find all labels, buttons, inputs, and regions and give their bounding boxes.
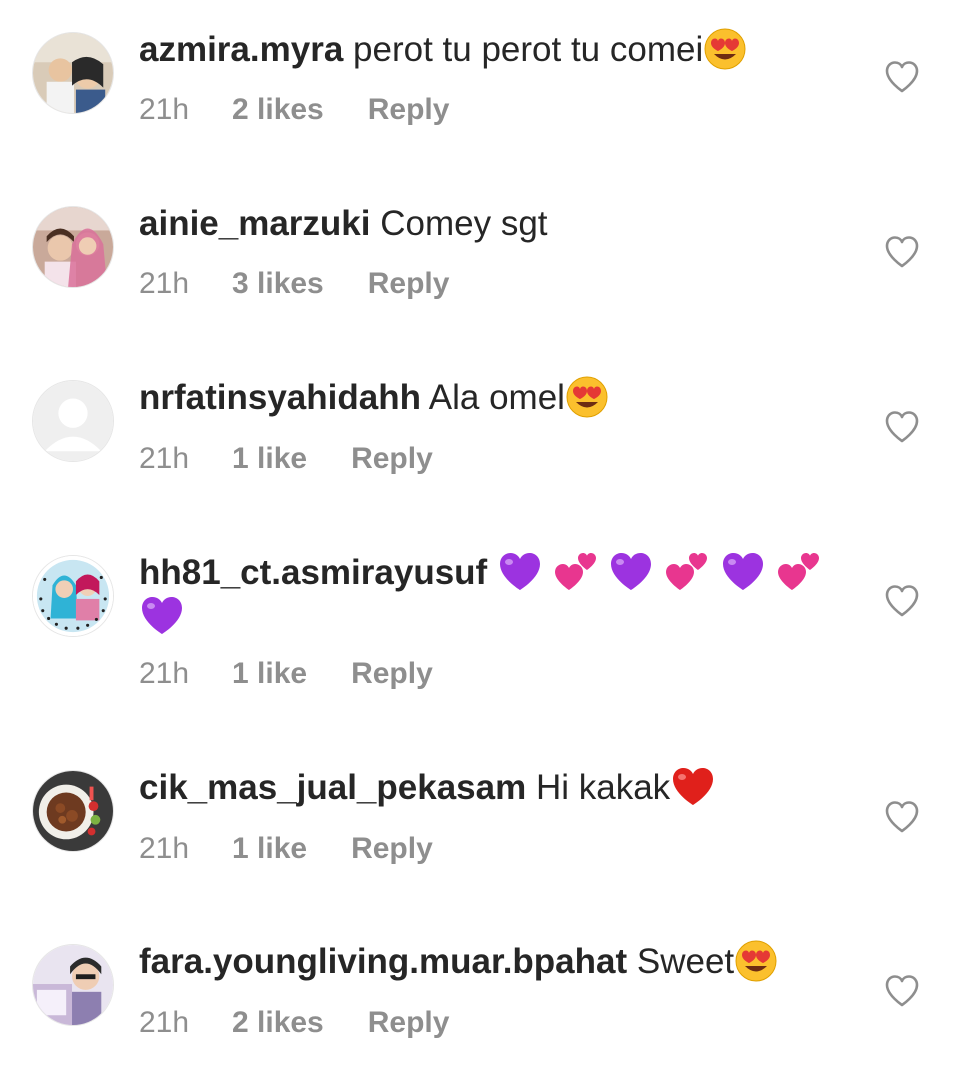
heart-outline-icon[interactable] <box>884 410 920 444</box>
comment-body: perot tu perot tu comei <box>353 30 704 69</box>
avatar-photo-icon <box>33 207 113 287</box>
comment-text: cik_mas_jual_pekasam Hi kakak <box>139 766 845 810</box>
avatar[interactable] <box>32 770 114 852</box>
comment-meta: 21h 2 likes Reply <box>139 1005 449 1041</box>
purple-heart-emoji-icon <box>608 550 654 594</box>
reply-button[interactable]: Reply <box>368 266 450 302</box>
comment-meta: 21h 1 like Reply <box>139 656 433 692</box>
avatar-photo-icon <box>33 556 113 636</box>
heart-outline-icon[interactable] <box>884 584 920 618</box>
heart-outline-icon[interactable] <box>884 60 920 94</box>
purple-heart-emoji-icon <box>139 594 185 638</box>
comment-likes[interactable]: 2 likes <box>232 1005 324 1041</box>
comment-username[interactable]: ainie_marzuki <box>139 204 371 243</box>
comment-time: 21h <box>139 832 190 865</box>
comment-meta: 21h 2 likes Reply <box>139 92 449 128</box>
heart-eyes-emoji-icon <box>565 375 609 419</box>
comment-username[interactable]: cik_mas_jual_pekasam <box>139 768 526 807</box>
comment-likes[interactable]: 1 like <box>232 656 307 692</box>
comment-text: azmira.myra perot tu perot tu comei <box>139 28 845 72</box>
comment-time: 21h <box>139 93 190 126</box>
avatar[interactable] <box>32 206 114 288</box>
comment-body: Comey sgt <box>380 204 548 243</box>
avatar-photo-icon <box>33 33 113 113</box>
reply-button[interactable]: Reply <box>351 441 433 477</box>
comment-time: 21h <box>139 267 190 300</box>
comment-meta: 21h 1 like Reply <box>139 441 433 477</box>
avatar[interactable] <box>32 555 114 637</box>
comment-time: 21h <box>139 1006 190 1039</box>
reply-button[interactable]: Reply <box>368 1005 450 1041</box>
avatar[interactable] <box>32 32 114 114</box>
two-hearts-emoji-icon <box>776 550 822 594</box>
purple-heart-emoji-icon <box>497 550 543 594</box>
comment-likes[interactable]: 3 likes <box>232 266 324 302</box>
avatar-photo-icon <box>33 945 113 1025</box>
comment-username[interactable]: hh81_ct.asmirayusuf <box>139 553 487 592</box>
comment-text: nrfatinsyahidahh Ala omel <box>139 376 845 420</box>
comment-text: fara.youngliving.muar.bpahat Sweet <box>139 940 845 984</box>
heart-eyes-emoji-icon <box>703 27 747 71</box>
reply-button[interactable]: Reply <box>368 92 450 128</box>
comment-meta: 21h 3 likes Reply <box>139 266 449 302</box>
red-heart-emoji-icon <box>670 765 716 809</box>
comment-username[interactable]: azmira.myra <box>139 30 343 69</box>
heart-outline-icon[interactable] <box>884 974 920 1008</box>
reply-button[interactable]: Reply <box>351 831 433 867</box>
comment-body: Hi kakak <box>535 768 671 807</box>
heart-outline-icon[interactable] <box>884 800 920 834</box>
comment-likes[interactable]: 1 like <box>232 831 307 867</box>
comment-likes[interactable]: 2 likes <box>232 92 324 128</box>
purple-heart-emoji-icon <box>720 550 766 594</box>
reply-button[interactable]: Reply <box>351 656 433 692</box>
comment-body: Ala omel <box>428 378 565 417</box>
avatar[interactable] <box>32 380 114 462</box>
comment-username[interactable]: fara.youngliving.muar.bpahat <box>139 942 627 981</box>
comment-time: 21h <box>139 657 190 690</box>
comment-text: ainie_marzuki Comey sgt <box>139 202 845 246</box>
comment-body: Sweet <box>636 942 735 981</box>
heart-eyes-emoji-icon <box>734 939 778 983</box>
comment-text: hh81_ct.asmirayusuf <box>139 551 845 639</box>
avatar[interactable] <box>32 944 114 1026</box>
two-hearts-emoji-icon <box>553 550 599 594</box>
comment-likes[interactable]: 1 like <box>232 441 307 477</box>
comment-username[interactable]: nrfatinsyahidahh <box>139 378 421 417</box>
default-avatar-icon <box>33 381 113 461</box>
comment-meta: 21h 1 like Reply <box>139 831 433 867</box>
two-hearts-emoji-icon <box>664 550 710 594</box>
avatar-photo-icon <box>33 771 113 851</box>
heart-outline-icon[interactable] <box>884 235 920 269</box>
comment-time: 21h <box>139 442 190 475</box>
